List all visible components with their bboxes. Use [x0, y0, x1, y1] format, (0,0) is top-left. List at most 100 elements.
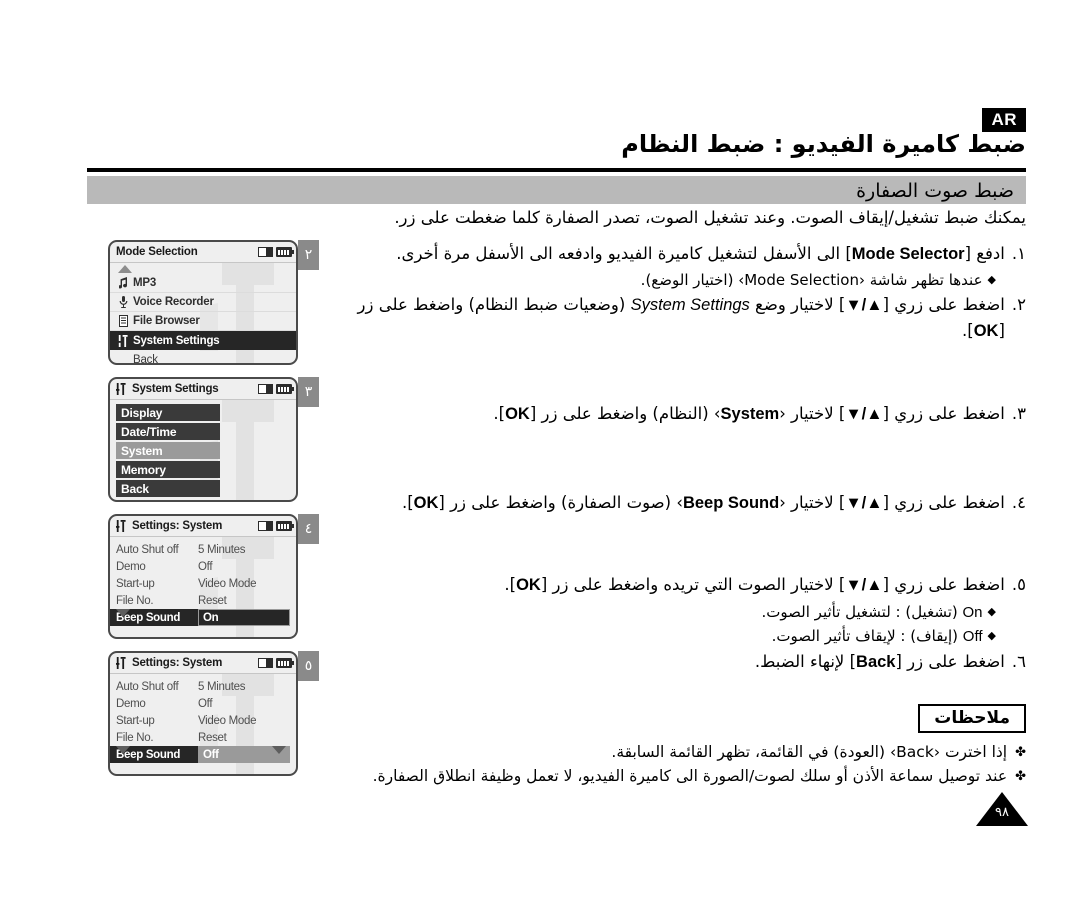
step-text-before: اضغط على زري [: [882, 575, 1005, 595]
step-5-sub-on-text: (تشغيل) : لتشغيل تأثير الصوت.: [761, 602, 958, 621]
step-text-before: اضغط على زري [: [882, 403, 1005, 423]
note-bullet-icon: ✤: [1015, 769, 1026, 785]
scroll-down-button[interactable]: [116, 609, 130, 635]
button-label-updown: ▼/▲: [845, 295, 883, 314]
step-number: ٣.: [1011, 403, 1026, 423]
button-label-updown: ▼/▲: [845, 493, 883, 512]
settings-sliders-icon: [116, 520, 129, 532]
setting-key: Start-up: [116, 577, 155, 590]
table-row-beep-sound[interactable]: Beep Sound On: [110, 609, 296, 626]
screen-block-system-settings: System Settings Display Date/Time System…: [108, 377, 323, 502]
screen-titlebar: Mode Selection: [110, 242, 296, 263]
note-item-1: ✤ إذا اخترت ‹Back› (العودة) في القائمة، …: [330, 741, 1026, 764]
page-number-badge: ٩٨: [976, 792, 1028, 826]
step-text-tail: ].: [493, 403, 506, 423]
button-label-updown: ▼/▲: [845, 404, 883, 423]
table-row[interactable]: File No. Reset: [110, 592, 296, 609]
step-text-tail: ].: [504, 575, 517, 595]
screen-title: System Settings: [132, 383, 219, 395]
list-item-back[interactable]: Back: [110, 350, 296, 364]
setting-value: Video Mode: [198, 577, 257, 590]
page-title: ضبط كاميرة الفيديو : ضبط النظام: [621, 130, 1026, 158]
menu-button-memory[interactable]: Memory: [116, 461, 220, 478]
scroll-down-indicator[interactable]: [272, 746, 286, 772]
step-number: ٢.: [1011, 294, 1026, 314]
table-row[interactable]: Demo Off: [110, 695, 296, 712]
button-label-ok: OK: [413, 493, 439, 512]
header-divider: [87, 168, 1026, 172]
setting-key: Demo: [116, 560, 146, 573]
diamond-bullet-icon: ◆: [987, 629, 996, 643]
step-1-sub: ◆ عندها تظهر شاشة ‹Mode Selection› (اختيا…: [330, 269, 1026, 292]
settings-table: Auto Shut off 5 Minutes Demo Off Start-u…: [110, 537, 296, 626]
step-text-before: اضغط على زر [: [895, 651, 1005, 671]
chevron-down-icon: [272, 746, 286, 771]
step-text: اضغط على زري [▼/▲] لاختيار ‹System› (الن…: [330, 401, 1005, 428]
step-badge: ٣: [298, 377, 319, 407]
diamond-bullet-icon: ◆: [987, 273, 996, 287]
menu-button-date-time[interactable]: Date/Time: [116, 423, 220, 440]
step-number: ٤.: [1011, 492, 1026, 512]
music-note-icon: [116, 277, 130, 289]
table-row[interactable]: Auto Shut off 5 Minutes: [110, 541, 296, 558]
settings-sliders-icon: [116, 334, 130, 347]
screen-block-settings-system-on: Settings: System Auto Shut off 5 Minutes…: [108, 514, 323, 639]
menu-button-system[interactable]: System: [116, 442, 220, 459]
list-item-label: MP3: [133, 277, 157, 289]
step-2: ٢. اضغط على زري [▼/▲] لاختيار وضع System…: [330, 292, 1026, 345]
step-5: ٥. اضغط على زري [▼/▲] لاختيار الصوت التي…: [330, 572, 1026, 599]
device-screen-settings-system-off: Settings: System Auto Shut off 5 Minutes…: [108, 651, 298, 776]
table-row-beep-sound[interactable]: Beep Sound Off: [110, 746, 296, 763]
step-text: ادفع [Mode Selector] الى الأسفل لتشغيل ك…: [330, 241, 1005, 268]
setting-value: Reset: [198, 731, 227, 744]
table-row[interactable]: Start-up Video Mode: [110, 575, 296, 592]
step-text-before: اضغط على زري [: [882, 294, 1005, 314]
button-label-ok: OK: [516, 576, 541, 595]
screen-titlebar: System Settings: [110, 379, 296, 400]
menu-button-back[interactable]: Back: [116, 480, 220, 497]
setting-value: On: [198, 609, 290, 626]
notes-title: ملاحظات: [918, 704, 1026, 733]
screen-title: Mode Selection: [116, 246, 198, 258]
list-item-mp3[interactable]: MP3: [110, 274, 296, 293]
scroll-up-button[interactable]: [110, 263, 296, 274]
step-1-sub-text: عندها تظهر شاشة ‹Mode Selection› (اختيار…: [640, 271, 983, 290]
setting-key: Auto Shut off: [116, 543, 179, 556]
step-text-mid: ] لاختيار الصوت التي تريده واضغط على زر …: [540, 575, 846, 595]
status-icons: [258, 521, 294, 531]
list-item-file-browser[interactable]: File Browser: [110, 312, 296, 331]
chevron-down-icon: [116, 746, 130, 771]
note-bullet-icon: ✤: [1015, 745, 1026, 760]
step-6: ٦. اضغط على زر [Back] لإنهاء الضبط.: [330, 649, 1026, 676]
mode-selection-list: MP3 Voice Recorder File Browser System S…: [110, 263, 296, 364]
button-label-ok: OK: [973, 322, 999, 341]
screen-body: Display Date/Time System Memory Back: [110, 400, 296, 500]
screen-titlebar: Settings: System: [110, 516, 296, 537]
screen-title: Settings: System: [132, 520, 223, 532]
scroll-down-button[interactable]: [116, 746, 130, 772]
menu-label-system-settings: System Settings: [630, 295, 750, 314]
menu-button-display[interactable]: Display: [116, 404, 220, 421]
battery-icon: [276, 658, 294, 668]
step-text: اضغط على زري [▼/▲] لاختيار وضع System Se…: [330, 292, 1005, 345]
diamond-bullet-icon: ◆: [987, 604, 996, 618]
list-item-system-settings[interactable]: System Settings: [110, 331, 296, 350]
screen-titlebar: Settings: System: [110, 653, 296, 674]
settings-sliders-icon: [116, 657, 129, 669]
screen-block-mode-selection: Mode Selection MP3 Voice Recorder File B…: [108, 240, 323, 365]
step-badge: ٥: [298, 651, 319, 681]
battery-icon: [276, 247, 294, 257]
table-row[interactable]: Demo Off: [110, 558, 296, 575]
step-text-after: › (النظام) واضغط على زر [: [529, 403, 721, 423]
device-screen-mode-selection: Mode Selection MP3 Voice Recorder File B…: [108, 240, 298, 365]
table-row[interactable]: Auto Shut off 5 Minutes: [110, 678, 296, 695]
table-row[interactable]: Start-up Video Mode: [110, 712, 296, 729]
step-number: ٦.: [1011, 651, 1026, 671]
button-label-updown: ▼/▲: [845, 576, 883, 595]
list-item-voice-recorder[interactable]: Voice Recorder: [110, 293, 296, 312]
screen-body: Auto Shut off 5 Minutes Demo Off Start-u…: [110, 537, 296, 637]
step-text-mid: ] لاختيار وضع: [755, 294, 846, 314]
battery-icon: [276, 384, 294, 394]
table-row[interactable]: File No. Reset: [110, 729, 296, 746]
section-subtitle-bar: ضبط صوت الصفارة: [87, 176, 1026, 204]
